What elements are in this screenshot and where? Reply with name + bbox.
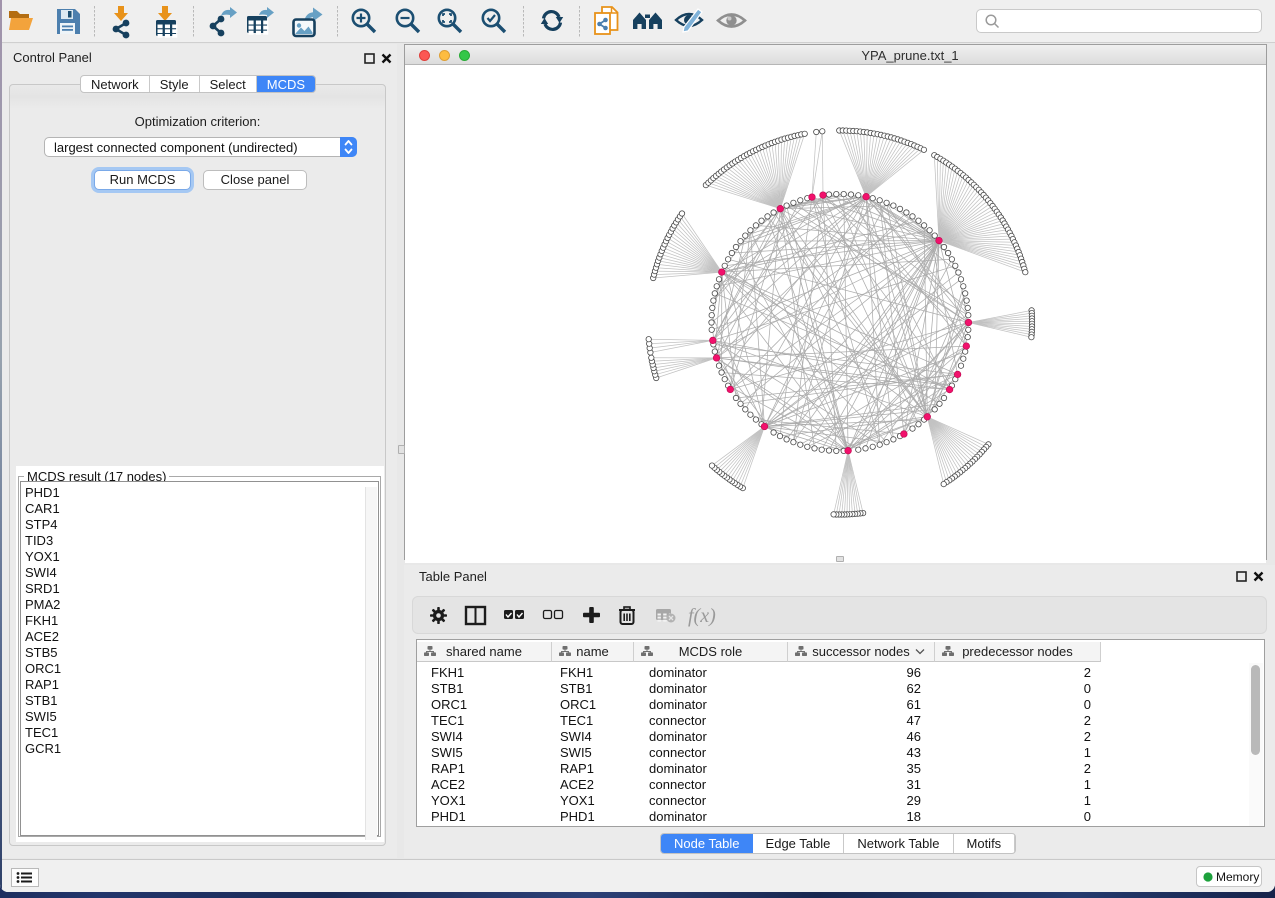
svg-text:f(x): f(x): [688, 605, 716, 627]
